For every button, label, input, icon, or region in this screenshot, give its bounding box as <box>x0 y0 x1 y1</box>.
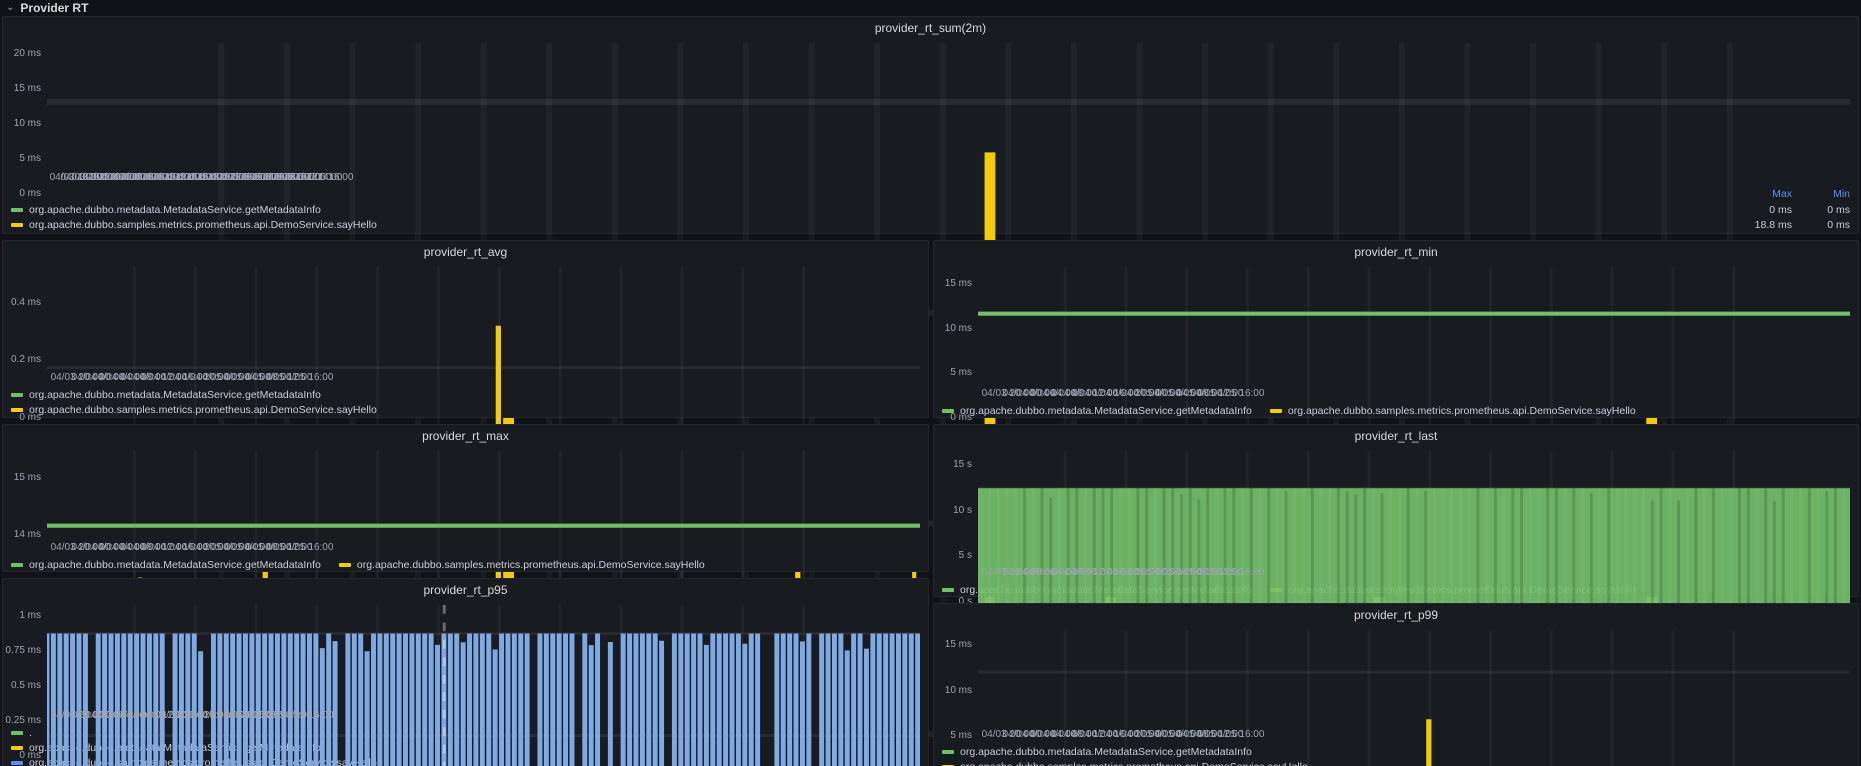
y-tick-label: 0.2 ms <box>3 354 41 365</box>
y-tick-label: 0.75 ms <box>3 645 41 656</box>
y-tick-label: 10 s <box>934 505 972 516</box>
x-tick-label: 04/05 16:00 <box>281 542 334 553</box>
y-tick-label: 15 ms <box>934 639 972 650</box>
panel-provider-rt-sum: provider_rt_sum(2m) 0 ms 5 ms 10 ms 15 ms 20… <box>2 16 1859 234</box>
chevron-down-icon: ⌄ <box>6 3 14 13</box>
series-color-dash <box>11 761 23 765</box>
x-axis: 04/03 20:0004/04 00:0004/04 04:0004/04 0… <box>978 728 1850 742</box>
y-tick-label: 5 ms <box>934 730 972 741</box>
y-tick-label: 15 ms <box>934 278 972 289</box>
series-color-dash <box>11 408 23 412</box>
x-tick-label: 04/05 16:00 <box>1212 729 1265 740</box>
chart-area: 0 ms0.25 ms0.5 ms0.75 ms1 ms <box>3 601 928 709</box>
panel-provider-rt-avg: provider_rt_avg 0 ms0.2 ms0.4 ms 04/03 2… <box>2 240 929 418</box>
y-tick-label: 14 ms <box>3 529 41 540</box>
x-axis: 04/03 20:0004/04 00:0004/04 04:0004/04 0… <box>47 709 920 723</box>
y-tick-label: 20 ms <box>3 48 41 59</box>
panel-title[interactable]: provider_rt_min <box>934 241 1858 263</box>
row-title: Provider RT <box>20 1 88 15</box>
y-tick-label: 0.25 ms <box>3 715 41 726</box>
series-color-dash <box>11 208 23 212</box>
y-tick-label: 0.5 ms <box>3 680 41 691</box>
y-tick-label: 0 ms <box>3 750 41 761</box>
x-axis: 04/03 18:0004/03 20:0004/03 22:0004/04 0… <box>47 171 1850 185</box>
panel-provider-rt-min: provider_rt_min 0 ms5 ms10 ms15 ms 04/03… <box>933 240 1859 418</box>
x-tick-label: 04/05 16:00 <box>1212 388 1265 399</box>
panel-title[interactable]: provider_rt_avg <box>3 241 928 263</box>
series-color-dash <box>11 223 23 227</box>
panel-provider-rt-p99: provider_rt_p99 0 ms5 ms10 ms15 ms 04/03… <box>933 603 1859 766</box>
dashboard: ⌄ Provider RT provider_rt_sum(2m) 0 ms 5 … <box>0 0 1861 766</box>
y-tick-label: 15 ms <box>3 83 41 94</box>
y-tick-label: 15 s <box>934 459 972 470</box>
y-tick-label: 10 ms <box>934 685 972 696</box>
x-axis: 04/03 20:0004/04 00:0004/04 04:0004/04 0… <box>978 566 1850 580</box>
series-color-dash <box>11 731 23 735</box>
x-tick-label: 04/05 16:00 <box>1212 567 1265 578</box>
chart-canvas[interactable] <box>978 630 1850 766</box>
panel-title[interactable]: provider_rt_sum(2m) <box>3 17 1858 39</box>
chart-area: 0 ms5 ms10 ms15 ms <box>934 263 1858 387</box>
y-tick-label: 0 ms <box>934 412 972 423</box>
series-color-dash <box>11 393 23 397</box>
y-tick-label: 1 ms <box>3 610 41 621</box>
chart-area: 0 ms0.2 ms0.4 ms <box>3 263 928 371</box>
chart-area: 0 s5 s10 s15 s <box>934 447 1858 566</box>
panel-title[interactable]: provider_rt_max <box>3 425 928 447</box>
y-tick-label: 10 ms <box>3 118 41 129</box>
series-color-dash <box>942 750 954 754</box>
x-tick-label: 04/05 16:00 <box>281 372 334 383</box>
y-tick-label: 5 s <box>934 550 972 561</box>
x-tick-label: 04/05 16:00 <box>281 710 334 721</box>
panel-title[interactable]: provider_rt_p99 <box>934 604 1858 626</box>
series-color-dash <box>11 563 23 567</box>
y-tick-label: 0 ms <box>3 188 41 199</box>
x-axis: 04/03 20:0004/04 00:0004/04 04:0004/04 0… <box>47 541 920 555</box>
chart-area: 0 ms5 ms10 ms15 ms20 ms <box>3 39 1858 171</box>
y-tick-label: 5 ms <box>3 153 41 164</box>
x-axis: 04/03 20:0004/04 00:0004/04 04:0004/04 0… <box>47 371 920 385</box>
chart-area: 13 ms14 ms15 ms <box>3 447 928 541</box>
x-tick-label: 04/05 16:00 <box>301 172 354 183</box>
y-tick-label: 15 ms <box>3 472 41 483</box>
y-tick-label: 0.4 ms <box>3 297 41 308</box>
panel-provider-rt-max: provider_rt_max 13 ms14 ms15 ms 04/03 20… <box>2 424 929 572</box>
chart-area: 0 ms5 ms10 ms15 ms <box>934 626 1858 728</box>
x-axis: 04/03 20:0004/04 00:0004/04 04:0004/04 0… <box>978 387 1850 401</box>
y-tick-label: 0 ms <box>3 412 41 423</box>
panel-provider-rt-last: provider_rt_last 0 s5 s10 s15 s 04/03 20… <box>933 424 1859 597</box>
y-tick-label: 5 ms <box>934 367 972 378</box>
panel-title[interactable]: provider_rt_p95 <box>3 579 928 601</box>
chart-canvas[interactable] <box>47 605 920 766</box>
series-color-dash <box>942 588 954 592</box>
panel-title[interactable]: provider_rt_last <box>934 425 1858 447</box>
row-header-provider-rt[interactable]: ⌄ Provider RT <box>6 0 88 15</box>
panel-provider-rt-p95: provider_rt_p95 0 ms 0.25 ms 0.5 ms 0.75 ms… <box>2 578 929 766</box>
y-tick-label: 10 ms <box>934 323 972 334</box>
series-color-dash <box>11 746 23 750</box>
